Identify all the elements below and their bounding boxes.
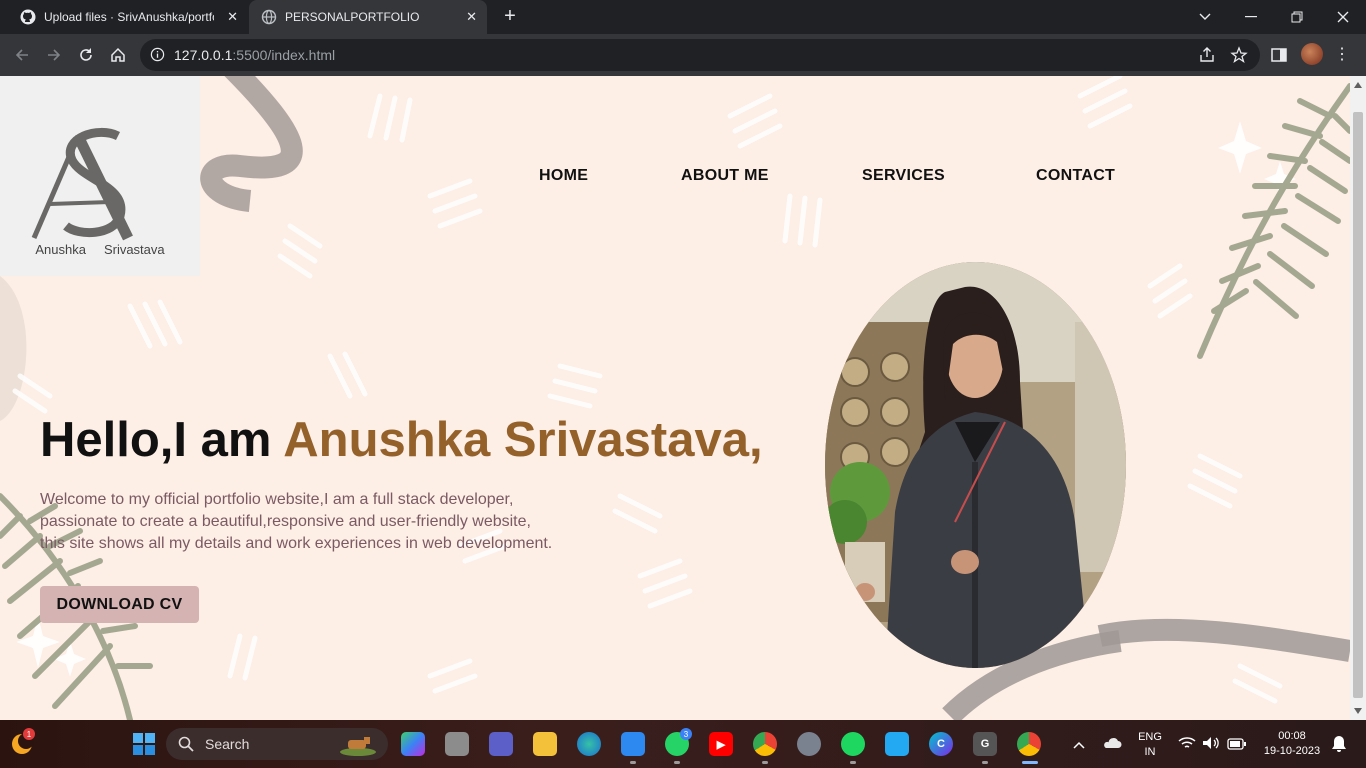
clock-time: 00:08 (1278, 730, 1306, 742)
profile-photo (825, 262, 1126, 668)
nav-home[interactable]: HOME (539, 167, 588, 185)
hero-desc-line: passionate to create a beautiful,respons… (40, 513, 531, 530)
profile-avatar[interactable] (1301, 43, 1323, 65)
hero-desc-line: this site shows all my details and work … (40, 535, 553, 552)
weather-badge: 1 (23, 728, 35, 740)
clock-date: 19-10-2023 (1263, 745, 1321, 757)
onedrive-cloud-icon[interactable] (1102, 736, 1122, 755)
youtube-icon[interactable]: ▶ (709, 732, 733, 756)
battery-icon[interactable] (1227, 737, 1247, 755)
clock[interactable]: 00:08 19-10-2023 (1256, 729, 1328, 759)
forward-icon[interactable] (42, 43, 66, 67)
menu-kebab-icon[interactable]: ⋮ (1334, 44, 1350, 64)
close-window-icon[interactable] (1320, 0, 1366, 34)
teams-chat-icon[interactable] (489, 732, 513, 756)
task-view-icon[interactable] (445, 732, 469, 756)
scrollbar-thumb[interactable] (1353, 112, 1363, 698)
edge-icon[interactable] (577, 732, 601, 756)
spotify-icon[interactable] (841, 732, 865, 756)
address-bar[interactable]: 127.0.0.1:5500/index.html (140, 39, 1260, 71)
running-indicator (762, 761, 768, 764)
reload-icon[interactable] (74, 43, 98, 67)
vscode-icon[interactable] (885, 732, 909, 756)
hero-desc-line: Welcome to my official portfolio website… (40, 491, 514, 508)
back-icon[interactable] (10, 43, 34, 67)
minimize-icon[interactable] (1228, 0, 1274, 34)
portfolio-page: Anushka Srivastava HOME ABOUT ME SERVICE… (0, 76, 1350, 720)
running-indicator (982, 761, 988, 764)
browser-toolbar: 127.0.0.1:5500/index.html ⋮ (0, 34, 1366, 76)
scroll-down-icon[interactable] (1354, 708, 1362, 714)
decorative-background (0, 76, 1350, 720)
active-indicator (1022, 761, 1038, 764)
store-icon[interactable] (621, 732, 645, 756)
site-info-icon[interactable] (150, 47, 165, 67)
logo-first-name: Anushka (35, 242, 86, 257)
restore-icon[interactable] (1274, 0, 1320, 34)
tab-strip: Upload files · SrivAnushka/portfolio ✕ P… (0, 0, 1366, 34)
taskbar-search-box[interactable]: Search (166, 728, 388, 760)
settings-gear-icon[interactable] (797, 732, 821, 756)
search-highlight-icon (338, 732, 378, 761)
tray-chevron-up-icon[interactable] (1072, 737, 1086, 755)
whatsapp-badge: 3 (680, 728, 692, 740)
windows-taskbar: 1 Search 3 ▶ C G ENG IN 00:08 19-10-2023 (0, 720, 1366, 768)
language-code: ENG (1138, 731, 1162, 743)
github-icon (20, 9, 36, 25)
site-logo[interactable]: Anushka Srivastava (0, 76, 200, 276)
canva-icon[interactable]: C (929, 732, 953, 756)
running-indicator (630, 761, 636, 764)
hero-name: Anushka Srivastava, (283, 413, 763, 467)
chrome-icon[interactable] (753, 732, 777, 756)
profile-photo-illustration (825, 262, 1126, 668)
side-panel-icon[interactable] (1270, 46, 1288, 69)
tab-upload-files[interactable]: Upload files · SrivAnushka/portfolio ✕ (8, 0, 248, 34)
logo-last-name: Srivastava (103, 242, 165, 257)
home-icon[interactable] (106, 43, 130, 67)
region-code: IN (1144, 746, 1156, 758)
url-text: 127.0.0.1:5500/index.html (174, 47, 336, 63)
wifi-icon[interactable] (1178, 736, 1196, 755)
windows-start-icon[interactable] (132, 732, 156, 756)
hero-heading: Hello,I am Anushka Srivastava, (40, 412, 763, 468)
globe-icon (261, 9, 277, 25)
file-explorer-icon[interactable] (533, 732, 557, 756)
tab-personal-portfolio[interactable]: PERSONALPORTFOLIO ✕ (249, 0, 487, 34)
close-tab-icon[interactable]: ✕ (227, 9, 238, 25)
tab-search-chevron-icon[interactable] (1182, 0, 1228, 34)
running-indicator (850, 761, 856, 764)
nav-contact[interactable]: CONTACT (1036, 167, 1115, 185)
language-indicator[interactable]: ENG IN (1134, 730, 1166, 760)
nav-about-me[interactable]: ABOUT ME (681, 167, 769, 185)
running-indicator (674, 761, 680, 764)
nav-services[interactable]: SERVICES (862, 167, 945, 185)
tab-title: Upload files · SrivAnushka/portfolio (44, 10, 214, 24)
hero-greeting: Hello,I am (40, 413, 284, 467)
download-cv-button[interactable]: DOWNLOAD CV (40, 586, 199, 623)
search-label: Search (205, 736, 250, 752)
tab-title: PERSONALPORTFOLIO (285, 10, 420, 24)
logo-name: Anushka Srivastava (0, 242, 200, 257)
search-icon (178, 736, 194, 757)
scroll-up-icon[interactable] (1354, 82, 1362, 88)
bookmark-star-icon[interactable] (1230, 46, 1248, 69)
close-tab-icon[interactable]: ✕ (466, 9, 477, 25)
page-scrollbar[interactable] (1350, 76, 1366, 720)
new-tab-button[interactable]: + (499, 6, 521, 28)
copilot-icon[interactable] (401, 732, 425, 756)
chrome-profile-icon[interactable] (1017, 732, 1041, 756)
volume-icon[interactable] (1202, 736, 1220, 755)
notification-bell-icon[interactable] (1331, 735, 1347, 758)
github-desktop-icon[interactable]: G (973, 732, 997, 756)
share-icon[interactable] (1198, 46, 1216, 69)
hero-description: Welcome to my official portfolio website… (40, 489, 600, 555)
